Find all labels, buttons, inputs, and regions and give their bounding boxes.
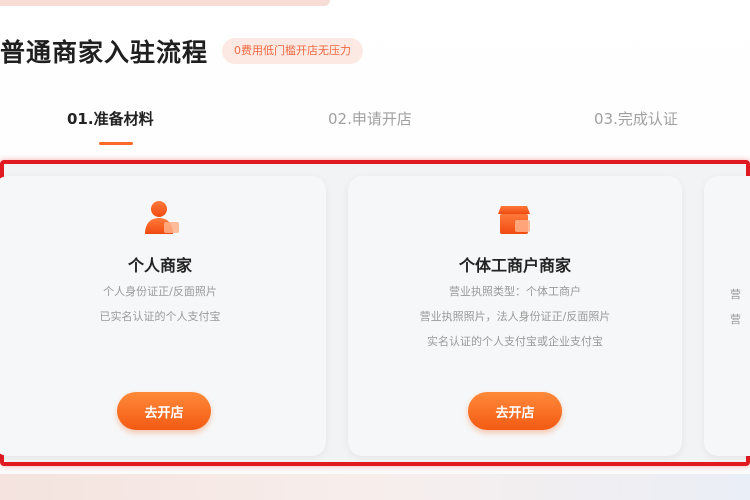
promo-badge: 0费用低门槛开店无压力 xyxy=(222,38,364,64)
top-decoration xyxy=(0,0,330,6)
page-title: 普通商家入驻流程 xyxy=(0,38,209,67)
card-desc-line: 营 xyxy=(730,288,741,301)
merchant-onboarding-page: 普通商家入驻流程 0费用低门槛开店无压力 01.准备材料 02.申请开店 03.… xyxy=(0,0,750,500)
card-desc-line: 个人身份证正/反面照片 xyxy=(103,285,217,298)
shop-icon xyxy=(498,206,530,234)
open-store-button-business[interactable]: 去开店 xyxy=(468,392,562,430)
card-title: 个体工商户商家 xyxy=(458,256,571,275)
card-desc-line: 实名认证的个人支付宝或企业支付宝 xyxy=(427,335,603,348)
bottom-decoration xyxy=(0,474,750,500)
card-title: 个人商家 xyxy=(127,256,192,275)
card-desc-line: 营业执照类型：个体工商户 xyxy=(449,285,581,298)
active-tab-indicator xyxy=(99,142,133,145)
card-individual-business-merchant: 个体工商户商家 营业执照类型：个体工商户 营业执照照片，法人身份证正/反面照片 … xyxy=(348,176,682,456)
card-desc-line: 已实名认证的个人支付宝 xyxy=(99,310,221,323)
card-personal-merchant: 个人商家 个人身份证正/反面照片 已实名认证的个人支付宝 去开店 xyxy=(0,176,326,456)
title-row: 普通商家入驻流程 0费用低门槛开店无压力 xyxy=(0,34,364,68)
open-store-button-personal[interactable]: 去开店 xyxy=(117,392,211,430)
tab-prepare-materials[interactable]: 01.准备材料 xyxy=(67,108,154,129)
card-partial-next: 营 营 xyxy=(704,176,750,456)
card-desc-line: 营 xyxy=(730,313,741,326)
tab-apply-store[interactable]: 02.申请开店 xyxy=(328,108,412,129)
tab-complete-certification[interactable]: 03.完成认证 xyxy=(594,108,678,129)
card-desc-line: 营业执照照片，法人身份证正/反面照片 xyxy=(419,310,611,323)
person-icon xyxy=(145,201,179,234)
highlight-frame: 个人商家 个人身份证正/反面照片 已实名认证的个人支付宝 去开店 个体工商户商家… xyxy=(0,160,750,466)
